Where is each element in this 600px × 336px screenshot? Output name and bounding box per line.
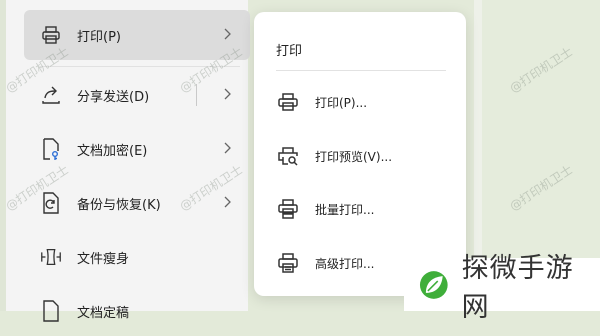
menu-item-label: 分享发送(D) <box>77 89 150 105</box>
menu-item-finalize[interactable]: 文档定稿 <box>24 286 250 336</box>
file-menu-panel: 打印(P) 分享发送(D) 文档加密(E) 备份与恢复(K) 文件瘦身 文档定稿 <box>6 0 250 322</box>
menu-item-label: 文件瘦身 <box>77 251 130 267</box>
chevron-right-icon[interactable] <box>220 27 234 41</box>
site-logo: 探微手游网 <box>404 253 600 323</box>
batch-print-icon <box>276 197 300 221</box>
print-submenu: 打印 打印(P)... 打印预览(V)... 批量打印... 高级打印... <box>254 12 466 296</box>
chevron-right-icon[interactable] <box>220 87 234 101</box>
print-preview-icon <box>276 144 300 168</box>
submenu-item-print-preview[interactable]: 打印预览(V)... <box>276 140 451 172</box>
menu-item-print[interactable]: 打印(P) <box>24 10 250 60</box>
separator <box>40 66 240 67</box>
submenu-divider <box>276 70 446 71</box>
advanced-print-icon <box>276 251 300 275</box>
logo-text: 探微手游网 <box>461 252 574 323</box>
menu-item-label: 文档定稿 <box>77 305 130 321</box>
chevron-right-icon[interactable] <box>220 195 234 209</box>
menu-item-label: 备份与恢复(K) <box>77 197 161 213</box>
leaf-logo-icon <box>419 270 448 299</box>
menu-item-label: 文档加密(E) <box>77 143 148 159</box>
document-lock-icon <box>39 137 63 161</box>
submenu-item-label: 批量打印... <box>315 202 375 217</box>
backup-icon <box>39 191 63 215</box>
share-icon <box>39 83 63 107</box>
submenu-item-label: 打印(P)... <box>315 95 368 110</box>
chevron-right-icon[interactable] <box>220 141 234 155</box>
menu-item-encrypt[interactable]: 文档加密(E) <box>24 124 250 174</box>
submenu-title: 打印 <box>276 44 303 59</box>
menu-item-compress[interactable]: 文件瘦身 <box>24 232 250 282</box>
submenu-item-label: 高级打印... <box>315 256 375 271</box>
submenu-item-print[interactable]: 打印(P)... <box>276 86 451 118</box>
menu-item-backup[interactable]: 备份与恢复(K) <box>24 178 250 228</box>
printer-icon <box>276 90 300 114</box>
menu-item-label: 打印(P) <box>77 29 121 45</box>
file-compress-icon <box>39 245 63 269</box>
printer-icon <box>39 23 63 47</box>
document-final-icon <box>39 299 63 323</box>
submenu-item-label: 打印预览(V)... <box>315 149 393 164</box>
submenu-item-batch-print[interactable]: 批量打印... <box>276 193 451 225</box>
menu-item-share[interactable]: 分享发送(D) <box>24 70 250 120</box>
split-divider <box>196 84 197 106</box>
